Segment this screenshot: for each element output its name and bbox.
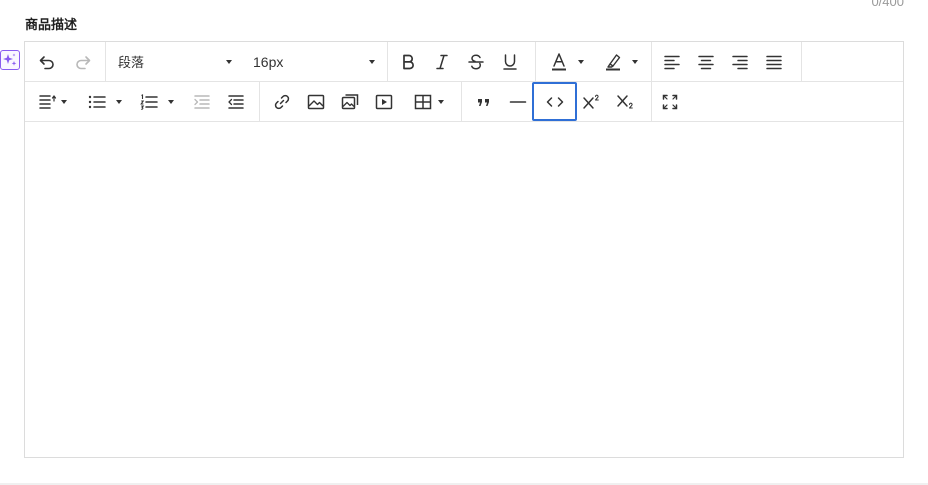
outdent-button[interactable] — [219, 82, 253, 121]
toolbar-row-1: 段落 16px — [25, 42, 903, 82]
video-icon — [375, 94, 393, 109]
toolbar-separator — [801, 42, 802, 81]
image-gallery-icon — [341, 93, 359, 109]
image-icon — [307, 94, 325, 109]
editor-content-area[interactable] — [25, 122, 903, 457]
quote-icon — [478, 98, 489, 106]
bullet-list-button[interactable] — [81, 82, 127, 121]
align-right-button[interactable] — [723, 42, 757, 81]
bold-button[interactable] — [391, 42, 425, 81]
char-counter: 0/400 — [871, 0, 904, 9]
horizontal-rule-icon — [509, 100, 527, 103]
superscript-button[interactable] — [575, 82, 609, 121]
video-button[interactable] — [367, 82, 401, 121]
justify-icon — [766, 55, 782, 69]
chevron-down-icon — [116, 99, 122, 104]
code-icon — [546, 96, 563, 107]
line-height-icon — [39, 94, 57, 109]
link-button[interactable] — [265, 82, 299, 121]
strikethrough-icon — [468, 54, 484, 69]
image-gallery-button[interactable] — [333, 82, 367, 121]
font-color-icon — [552, 52, 566, 70]
undo-icon — [39, 55, 54, 69]
numbered-list-button[interactable] — [133, 82, 179, 121]
strikethrough-button[interactable] — [459, 42, 493, 81]
underline-button[interactable] — [493, 42, 527, 81]
chevron-down-icon — [226, 60, 232, 64]
align-center-button[interactable] — [689, 42, 723, 81]
superscript-icon — [583, 94, 599, 109]
toolbar-row-2 — [25, 82, 903, 122]
numbered-list-icon — [140, 93, 158, 110]
toolbar-separator — [535, 42, 536, 81]
redo-icon — [76, 55, 91, 69]
toolbar-separator — [259, 82, 260, 121]
link-icon — [274, 94, 290, 109]
chevron-down-icon — [168, 99, 174, 104]
undo-button[interactable] — [29, 42, 65, 81]
toolbar-separator — [461, 82, 462, 121]
align-left-icon — [664, 55, 680, 69]
chevron-down-icon — [369, 60, 375, 64]
bullet-list-icon — [88, 95, 106, 108]
page: 商品描述 0/400 段落 16px — [0, 0, 928, 485]
font-color-button[interactable] — [541, 42, 591, 81]
redo-button[interactable] — [65, 42, 101, 81]
chevron-down-icon — [632, 59, 638, 64]
code-button[interactable] — [532, 82, 577, 121]
sparkle-icon — [3, 53, 17, 66]
justify-button[interactable] — [757, 42, 791, 81]
font-size-select[interactable]: 16px — [241, 42, 375, 81]
field-label: 商品描述 — [25, 18, 78, 33]
horizontal-rule-button[interactable] — [501, 82, 535, 121]
line-height-button[interactable] — [29, 82, 75, 121]
toolbar-separator — [387, 42, 388, 81]
chevron-down-icon — [437, 99, 444, 104]
ai-assist-button[interactable] — [0, 50, 20, 70]
indent-button[interactable] — [185, 82, 219, 121]
table-icon — [414, 94, 431, 109]
chevron-down-icon — [578, 59, 584, 64]
image-button[interactable] — [299, 82, 333, 121]
blockquote-button[interactable] — [467, 82, 501, 121]
toolbar-separator — [651, 82, 652, 121]
align-left-button[interactable] — [655, 42, 689, 81]
chevron-down-icon — [61, 99, 67, 104]
italic-button[interactable] — [425, 42, 459, 81]
paragraph-select[interactable]: 段落 — [106, 42, 240, 81]
toolbar-separator — [651, 42, 652, 81]
fullscreen-button[interactable] — [653, 82, 687, 121]
italic-icon — [436, 54, 448, 69]
align-center-icon — [698, 55, 714, 69]
indent-icon — [194, 94, 210, 109]
font-size-select-value: 16px — [253, 53, 284, 70]
table-button[interactable] — [403, 82, 453, 121]
subscript-icon — [617, 94, 633, 108]
highlight-color-icon — [606, 53, 621, 70]
outdent-icon — [228, 94, 244, 109]
underline-icon — [503, 53, 517, 70]
rich-text-editor: 段落 16px — [24, 41, 904, 458]
paragraph-select-value: 段落 — [118, 56, 145, 71]
highlight-color-button[interactable] — [595, 42, 645, 81]
fullscreen-icon — [662, 94, 678, 109]
subscript-button[interactable] — [609, 82, 643, 121]
bold-icon — [403, 54, 414, 69]
align-right-icon — [732, 55, 748, 69]
